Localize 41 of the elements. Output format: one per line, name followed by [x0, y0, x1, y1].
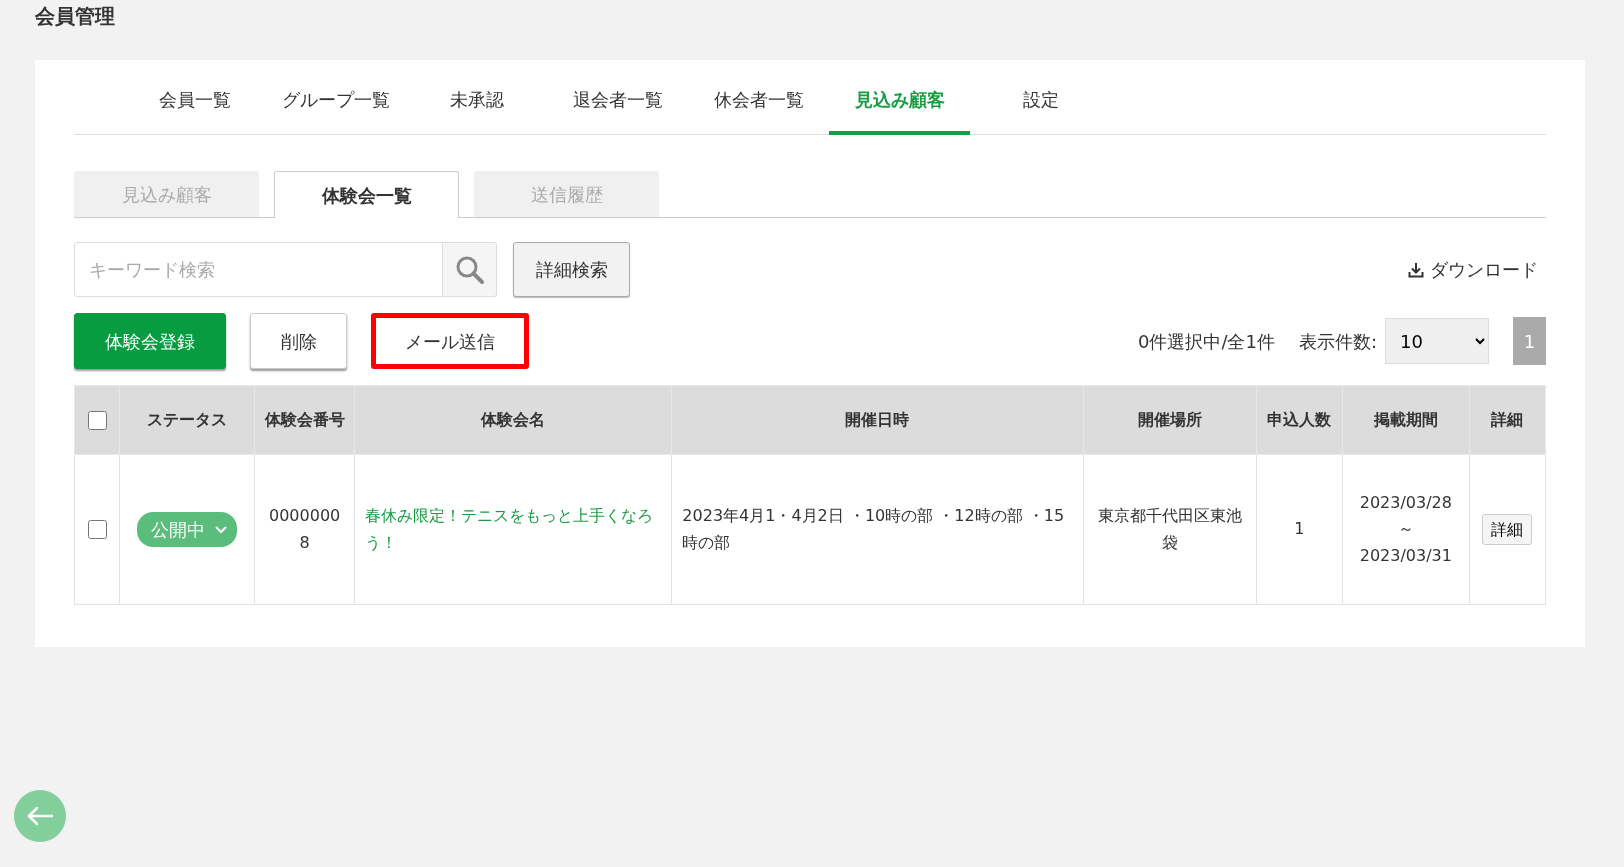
column-header: ステータス: [119, 385, 255, 455]
search-icon: [454, 254, 485, 285]
download-icon: [1408, 261, 1424, 278]
advanced-search-button[interactable]: 詳細検索: [513, 242, 630, 297]
column-header: 申込人数: [1256, 385, 1343, 455]
row-checkbox[interactable]: [87, 520, 107, 540]
detail-button[interactable]: 詳細: [1482, 513, 1533, 546]
column-header: 体験会名: [354, 385, 672, 455]
table-cell: 1: [1256, 454, 1343, 605]
nav-tab[interactable]: 設定: [970, 72, 1111, 135]
selection-count: 0件選択中/全1件: [1137, 329, 1275, 354]
search-button[interactable]: [443, 242, 497, 297]
select-all-checkbox[interactable]: [87, 411, 107, 431]
period-separator: ～: [1396, 518, 1415, 541]
period-start: 2023/03/28: [1358, 491, 1453, 514]
table-cell: 00000008: [254, 454, 355, 605]
page-size-select[interactable]: 10: [1385, 318, 1489, 364]
page-size-label: 表示件数:: [1298, 329, 1377, 354]
column-header: 開催日時: [671, 385, 1084, 455]
left-arrow-icon: [26, 806, 54, 826]
action-button[interactable]: メール送信: [371, 313, 529, 369]
action-button[interactable]: 体験会登録: [74, 313, 226, 369]
keyword-search-field[interactable]: キーワード検索: [74, 242, 443, 297]
column-header: 掲載期間: [1342, 385, 1470, 455]
nav-tab[interactable]: グループ一覧: [265, 72, 406, 135]
download-link[interactable]: ダウンロード: [1408, 256, 1546, 283]
nav-tab[interactable]: 会員一覧: [124, 72, 265, 135]
sub-tab[interactable]: 体験会一覧: [274, 171, 459, 218]
table-cell: 2023年4月1・4月2日 ・10時の部 ・12時の部 ・15時の部: [671, 454, 1084, 605]
page-title: 会員管理: [34, 3, 116, 30]
nav-tab[interactable]: 見込み顧客: [829, 72, 970, 135]
nav-tab[interactable]: 未承認: [406, 72, 547, 135]
period-end: 2023/03/31: [1358, 544, 1453, 567]
nav-tab[interactable]: 休会者一覧: [688, 72, 829, 135]
column-header: 開催場所: [1083, 385, 1257, 455]
column-header: 体験会番号: [254, 385, 355, 455]
column-header: 詳細: [1469, 385, 1546, 455]
chevron-down-icon: [215, 525, 228, 534]
table-cell: 東京都千代田区東池袋: [1083, 454, 1257, 605]
action-button[interactable]: 削除: [250, 313, 347, 369]
nav-tab[interactable]: 退会者一覧: [547, 72, 688, 135]
